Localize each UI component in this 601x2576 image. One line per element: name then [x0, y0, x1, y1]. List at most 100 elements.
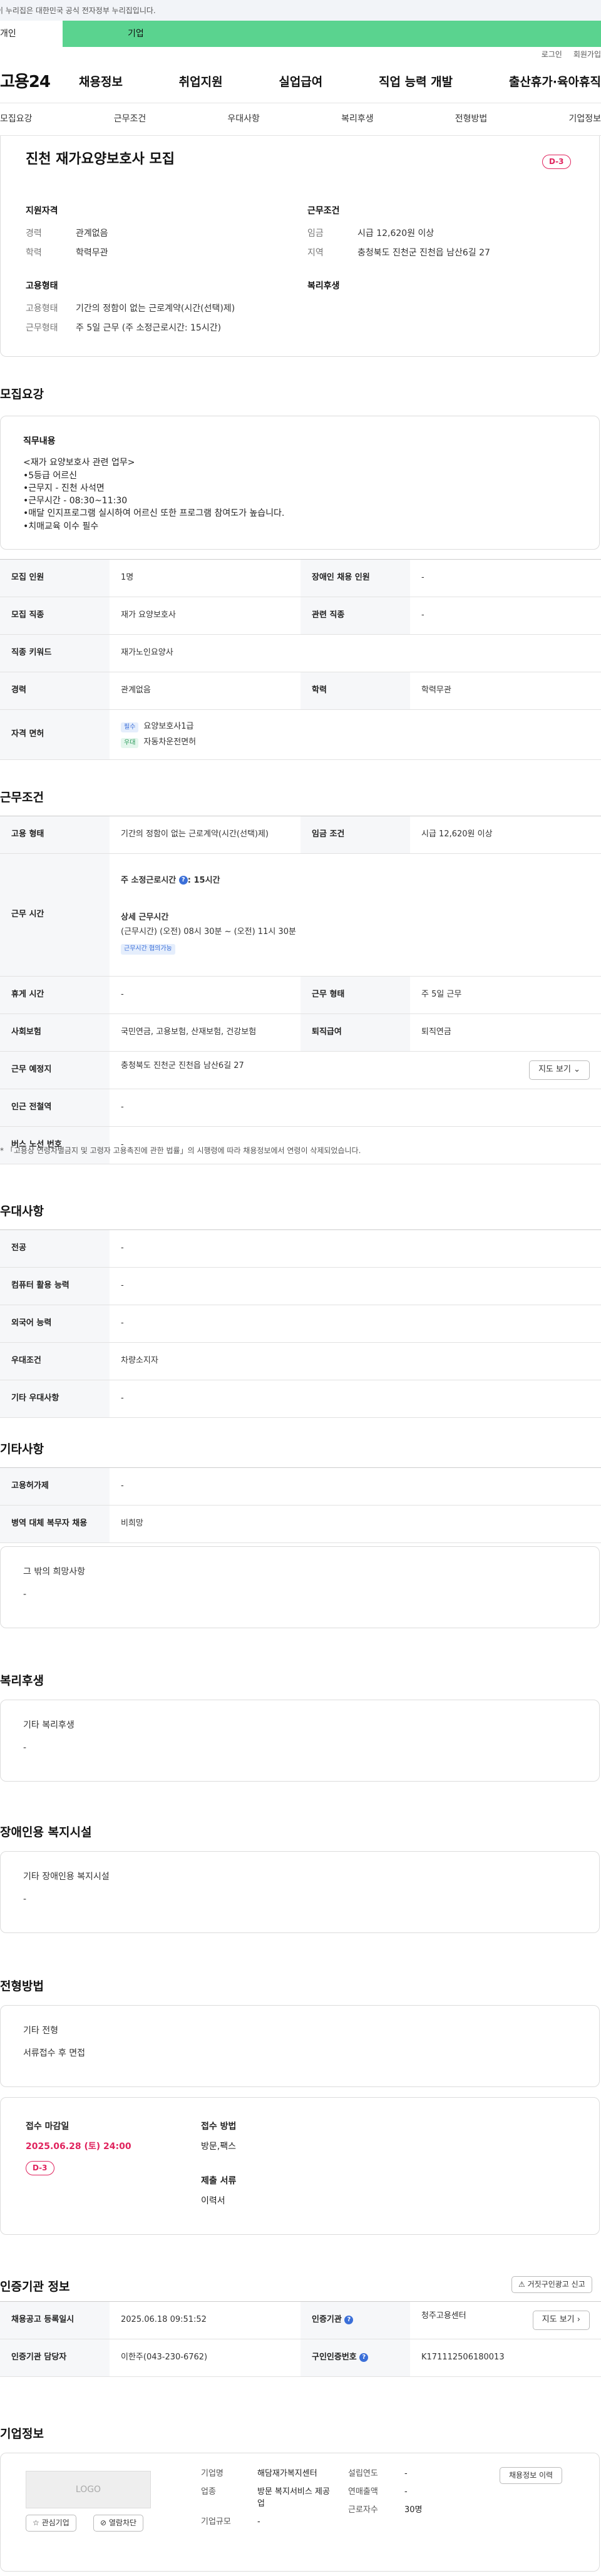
cert-section-title: 인증기관 정보	[0, 2280, 70, 2294]
section-subnav: 모집요강 근무조건 우대사항 복리후생 전형방법 기업정보	[0, 103, 601, 136]
cond-key: 지역	[307, 247, 324, 258]
benefit-section-title: 복리후생	[0, 1674, 44, 1688]
license-tag: 우대	[121, 737, 139, 748]
cell-label: 관련 직종	[300, 597, 410, 635]
chevron-down-icon: ⌄	[573, 1065, 580, 1075]
info-key: 설립연도	[348, 2469, 378, 2478]
info-icon[interactable]: ?	[178, 876, 188, 885]
emp-block: 고용형태 고용형태 기간의 정함이 없는 근로계약(시간(선택)제) 근무형태 주 …	[26, 280, 235, 341]
signup-link[interactable]: 회원가입	[573, 49, 601, 62]
subnav-benefit[interactable]: 복리후생	[341, 113, 374, 125]
tab-personal[interactable]: 개인	[0, 21, 63, 47]
info-value: 30명	[404, 2505, 423, 2515]
info-icon[interactable]: ?	[359, 2353, 369, 2362]
cell-label: 채용공고 등록일시	[0, 2301, 110, 2339]
cell-value: -	[110, 1305, 601, 1343]
duty-line: •매달 인지프로그램 실시하여 어르신 또한 프로그램 참여도가 높습니다.	[23, 508, 285, 519]
cell-label: 구인인증번호	[312, 2353, 357, 2363]
report-icon: ⚠	[518, 2280, 525, 2289]
gnb-item-training[interactable]: 직업 능력 개발	[379, 74, 453, 91]
org-cell: 청주고용센터 지도 보기 ›	[410, 2301, 601, 2339]
info-icon[interactable]: ?	[344, 2315, 354, 2324]
table-row: 모집 인원 1명 장애인 채용 인원 -	[0, 559, 601, 597]
emp-title: 고용형태	[26, 281, 58, 291]
recruit-table: 모집 인원 1명 장애인 채용 인원 - 모집 직종 재가 요양보호사 관련 직…	[0, 559, 601, 760]
hiring-history-button[interactable]: 채용정보 이력	[500, 2467, 563, 2485]
org-map-button[interactable]: 지도 보기 ›	[532, 2311, 590, 2330]
gnb-item-parental-leave[interactable]: 출산휴가·육아휴직	[509, 74, 601, 91]
block-view-button[interactable]: ⊘ 열람차단	[93, 2515, 144, 2532]
duty-title: 직무내용	[23, 436, 56, 446]
star-icon: ☆	[33, 2518, 39, 2527]
info-value: 해담재가복지센터	[257, 2469, 317, 2478]
cell-label: 인증기관 담당자	[0, 2339, 110, 2377]
info-value: -	[404, 2486, 408, 2496]
cell-label: 직종 키워드	[0, 634, 110, 672]
cond-title: 근무조건	[307, 206, 340, 216]
cell-label: 우대조건	[0, 1342, 110, 1380]
cell-label: 퇴직급여	[300, 1013, 410, 1052]
map-button[interactable]: 지도 보기 ⌄	[528, 1060, 590, 1080]
hours-cell: 주 소정근로시간 ?: 15시간 상세 근무시간 (근무시간) (오전) 08시…	[110, 853, 601, 977]
etc-table: 고용허가제 - 병역 대체 복무자 채용 비희망	[0, 1467, 601, 1543]
qual-title: 지원자격	[26, 206, 58, 216]
disab-box-title: 기타 장애인용 복지시설	[23, 1872, 110, 1882]
report-fake-ad-button[interactable]: ⚠ 거짓구인광고 신고	[511, 2276, 592, 2294]
hours-negotiable-tag: 근무시간 협의가능	[121, 944, 175, 955]
favorite-company-button[interactable]: ☆ 관심기업	[26, 2515, 76, 2532]
chevron-right-icon: ›	[577, 2315, 580, 2325]
cell-label: 인근 전철역	[0, 1089, 110, 1127]
weekly-hours-value: : 15시간	[187, 875, 220, 885]
place-value: 충청북도 진천군 진천읍 남산6길 27	[121, 1061, 244, 1071]
subnav-selection[interactable]: 전형방법	[455, 113, 488, 125]
gnb-item-jobs[interactable]: 채용정보	[79, 74, 123, 91]
docs-label: 제출 서류	[201, 2175, 237, 2186]
info-key: 업종	[201, 2486, 216, 2496]
pref-table: 전공 - 컴퓨터 활용 능력 - 외국어 능력 - 우대조건 차량소지자 기타 우대사항…	[0, 1229, 601, 1418]
cell-value: -	[410, 559, 601, 597]
license-cell: 필수 요양보호사1급 우대 자동차운전면허	[110, 709, 601, 760]
info-value: 방문 복지서비스 제공업	[257, 2486, 330, 2508]
disab-box-value: -	[23, 1894, 27, 1905]
work-table: 고용 형태 기간의 정함이 없는 근로계약(시간(선택)제) 임금 조건 시급 …	[0, 816, 601, 1164]
cell-label: 모집 직종	[0, 597, 110, 635]
cell-label: 고용 형태	[0, 816, 110, 854]
cell-label: 휴게 시간	[0, 976, 110, 1014]
global-nav: 고용24 채용정보 취업지원 실업급여 직업 능력 개발 출산휴가·육아휴직	[0, 62, 601, 103]
weekly-hours-label: 주 소정근로시간	[121, 875, 177, 885]
other-wishes-box: 그 밖의 희망사항 -	[0, 1546, 600, 1628]
cell-label: 자격 면허	[0, 709, 110, 760]
table-row: 경력 관계없음 학력 학력무관	[0, 672, 601, 710]
cell-label: 학력	[300, 672, 410, 710]
cell-value: K171112506180013	[410, 2339, 601, 2377]
emp-key: 고용형태	[26, 304, 58, 314]
site-logo[interactable]: 고용24	[0, 71, 69, 95]
subnav-recruit[interactable]: 모집요강	[0, 113, 33, 125]
cell-label: 근무 형태	[300, 976, 410, 1014]
duty-line: •근무시간 - 08:30~11:30	[23, 496, 128, 506]
cell-value: -	[110, 1467, 601, 1506]
info-key: 기업명	[201, 2469, 223, 2478]
deadline-block: 접수 마감일 2025.06.28 (토) 24:00 D-3	[26, 2120, 131, 2175]
age-law-note: * 「고용상 연령차별금지 및 고령자 고용촉진에 관한 법률」의 시행령에 따…	[0, 1146, 361, 1155]
table-row: 인근 전철역 -	[0, 1089, 601, 1127]
subnav-pref[interactable]: 우대사항	[227, 113, 260, 125]
gnb-item-unemployment[interactable]: 실업급여	[279, 74, 322, 91]
duty-box: 직무내용 <재가 요양보호사 관련 업무> •5등급 어르신 •근무지 - 진천…	[0, 416, 600, 550]
subnav-company[interactable]: 기업정보	[568, 113, 601, 125]
tab-company[interactable]: 기업	[63, 21, 601, 47]
favorite-company-label: 관심기업	[41, 2518, 69, 2527]
dday-badge: D-3	[542, 155, 571, 170]
cond-row: 임금 시급 12,620원 이상	[307, 227, 490, 240]
cell-value: 퇴직연금	[410, 1013, 601, 1052]
cond-block: 근무조건 임금 시급 12,620원 이상 지역 충청북도 진천군 진천읍 남산6길…	[307, 205, 490, 265]
cell-label: 인증기관	[312, 2315, 342, 2325]
cond-row: 지역 충청북도 진천군 진천읍 남산6길 27	[307, 247, 490, 259]
subnav-work[interactable]: 근무조건	[114, 113, 146, 125]
table-row: 근무 예정지 충청북도 진천군 진천읍 남산6길 27 지도 보기 ⌄	[0, 1051, 601, 1089]
cell-value: 차량소지자	[110, 1342, 601, 1380]
cond-value: 시급 12,620원 이상	[357, 228, 434, 239]
cell-value: 비희망	[110, 1505, 601, 1543]
login-link[interactable]: 로그인	[542, 49, 562, 62]
gnb-item-employment-support[interactable]: 취업지원	[179, 74, 223, 91]
